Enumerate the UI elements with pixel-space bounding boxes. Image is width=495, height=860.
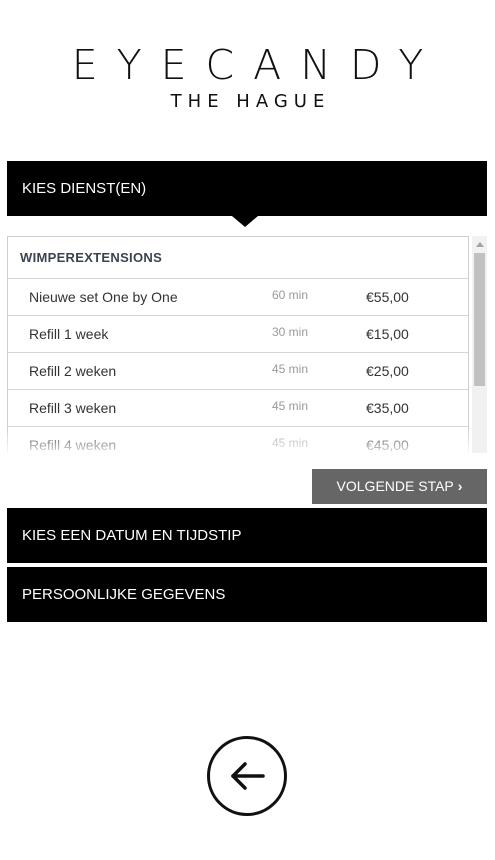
service-duration: 45 min	[272, 436, 309, 450]
step-personal-details-label: PERSOONLIJKE GEGEVENS	[22, 586, 226, 603]
scrollbar-thumb[interactable]	[474, 253, 485, 386]
back-button[interactable]	[207, 736, 287, 816]
step-choose-service[interactable]: KIES DIENST(EN)	[7, 161, 487, 216]
service-list-scrollbar[interactable]	[472, 236, 487, 453]
next-step-label: VOLGENDE STAP	[336, 478, 454, 494]
service-price: €45,00	[366, 437, 409, 453]
service-row-refill-2-weken[interactable]: Refill 2 weken 45 min €25,00	[8, 353, 468, 390]
service-duration: 60 min	[272, 288, 309, 302]
chevron-right-icon: ›	[457, 478, 463, 494]
step-choose-service-label: KIES DIENST(EN)	[22, 180, 147, 197]
next-step-button[interactable]: VOLGENDE STAP ›	[312, 469, 487, 504]
arrow-left-icon	[231, 762, 265, 790]
category-heading: WIMPEREXTENSIONS	[8, 237, 468, 279]
service-row-refill-4-weken[interactable]: Refill 4 weken 45 min €45,00	[8, 427, 468, 453]
service-row-nieuwe-set[interactable]: Nieuwe set One by One 60 min €55,00	[8, 279, 468, 316]
brand-logo: EYECANDY THE HAGUE	[0, 40, 495, 114]
active-step-caret-icon	[232, 216, 258, 227]
step-choose-date[interactable]: KIES EEN DATUM EN TIJDSTIP	[7, 508, 487, 563]
service-duration: 45 min	[272, 399, 309, 413]
service-name: Refill 2 weken	[29, 363, 117, 379]
service-row-refill-3-weken[interactable]: Refill 3 weken 45 min €35,00	[8, 390, 468, 427]
service-name: Refill 4 weken	[29, 437, 117, 453]
service-name: Nieuwe set One by One	[29, 289, 178, 305]
service-row-refill-1-week[interactable]: Refill 1 week 30 min €15,00	[8, 316, 468, 353]
service-price: €35,00	[366, 400, 409, 416]
service-duration: 30 min	[272, 325, 309, 339]
service-price: €55,00	[366, 289, 409, 305]
service-name: Refill 3 weken	[29, 400, 117, 416]
service-list: WIMPEREXTENSIONS Nieuwe set One by One 6…	[7, 236, 469, 453]
service-list-panel: WIMPEREXTENSIONS Nieuwe set One by One 6…	[7, 236, 487, 453]
brand-location: THE HAGUE	[170, 91, 331, 112]
scroll-up-arrow-icon[interactable]	[476, 242, 484, 247]
service-price: €25,00	[366, 363, 409, 379]
service-duration: 45 min	[272, 362, 309, 376]
service-name: Refill 1 week	[29, 326, 109, 342]
step-personal-details[interactable]: PERSOONLIJKE GEGEVENS	[7, 567, 487, 622]
brand-name: EYECANDY	[71, 41, 443, 89]
step-choose-date-label: KIES EEN DATUM EN TIJDSTIP	[22, 527, 242, 544]
service-price: €15,00	[366, 326, 409, 342]
